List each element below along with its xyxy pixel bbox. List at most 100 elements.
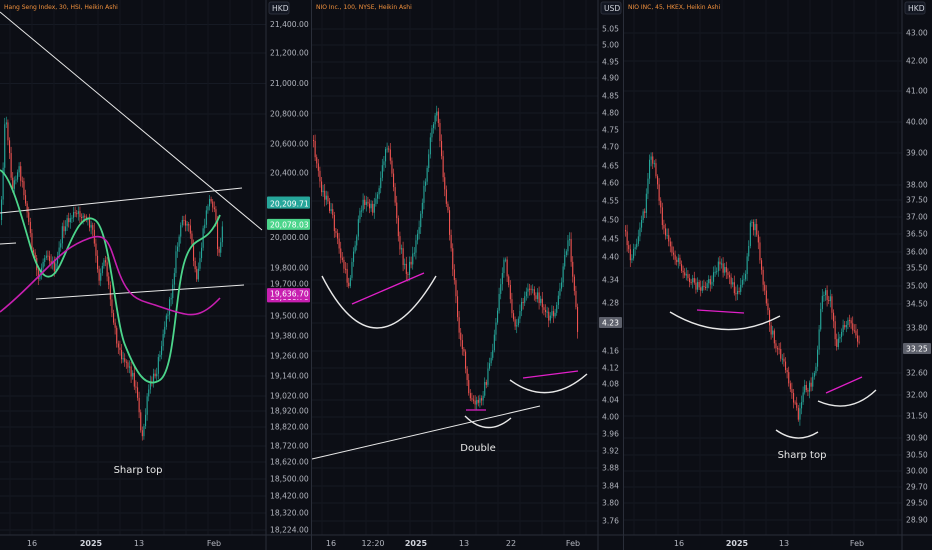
candle-body (781, 358, 783, 360)
pattern-line (522, 370, 579, 379)
candle-body (521, 301, 523, 311)
candle-body (514, 319, 516, 327)
annotation-label: Sharp top (778, 450, 827, 461)
candles (313, 105, 579, 410)
candle-body (157, 357, 159, 374)
candle-body (129, 366, 131, 368)
candle-body (749, 222, 751, 246)
candle-body (653, 163, 655, 165)
price-tick-label: 18,920.00 (270, 407, 309, 416)
candle-body (97, 255, 99, 270)
candle-body (167, 314, 169, 316)
candle-body (49, 256, 51, 262)
price-tick-label: 36.50 (906, 230, 928, 239)
candle-body (148, 389, 150, 397)
candle-body (537, 292, 539, 299)
candle-body (821, 295, 823, 309)
candle-body (207, 206, 209, 211)
price-tick-label: 42.00 (906, 57, 928, 66)
price-tick-label: 4.80 (602, 109, 619, 118)
candle-body (103, 260, 105, 267)
candle-body (138, 397, 140, 413)
candle-body (173, 273, 175, 285)
trendline (0, 242, 17, 245)
candle-body (801, 402, 803, 409)
candle-body (634, 247, 636, 249)
time-tick-label: 2025 (80, 539, 103, 548)
candle-body (695, 282, 697, 290)
candle-body (789, 383, 791, 390)
candle-body (153, 373, 155, 383)
trendline (0, 187, 243, 214)
candle-body (437, 111, 439, 124)
candle-body (349, 277, 351, 287)
candle-body (116, 327, 118, 344)
candle-body (63, 226, 65, 232)
price-tag-label: 4.23 (602, 319, 619, 328)
candle-body (637, 236, 639, 244)
candle-body (218, 249, 220, 253)
candle-body (655, 163, 657, 177)
candle-body (474, 400, 476, 405)
candle-body (853, 330, 855, 332)
candle-body (701, 286, 703, 291)
candle-body (503, 259, 505, 274)
candle-body (10, 153, 12, 178)
candle-body (538, 292, 540, 303)
candle-body (100, 273, 102, 281)
candle-body (396, 202, 398, 219)
candle-body (477, 399, 479, 403)
candle-body (434, 115, 436, 125)
price-tick-label: 35.50 (906, 264, 928, 273)
candle-body (762, 269, 764, 285)
candle-body (380, 177, 382, 189)
time-tick-label: 13 (459, 539, 469, 548)
candle-body (361, 210, 363, 212)
candle-body (794, 402, 796, 404)
candle-body (73, 212, 75, 218)
candle-body (185, 220, 187, 226)
candle-body (372, 203, 374, 213)
candle-body (60, 243, 62, 248)
candle-body (562, 266, 564, 283)
candle-body (693, 278, 695, 283)
candle-body (385, 149, 387, 162)
candle-body (813, 373, 815, 377)
price-tick-label: 20,400.00 (270, 169, 309, 178)
candle-body (546, 311, 548, 313)
candle-body (738, 290, 740, 292)
candle-body (761, 260, 763, 270)
candle-body (426, 167, 428, 182)
candle-body (449, 210, 451, 235)
candle-body (788, 372, 790, 384)
candle-body (735, 293, 737, 295)
candle-body (754, 224, 756, 231)
currency-label: HKD (272, 4, 289, 13)
candle-body (737, 290, 739, 295)
candle-body (341, 257, 343, 260)
candle-body (561, 282, 563, 289)
candle-body (785, 361, 787, 371)
candle-body (429, 137, 431, 155)
candle-body (769, 310, 771, 326)
candle-body (633, 248, 635, 259)
candle-body (778, 348, 780, 350)
candle-body (194, 260, 196, 270)
candle-body (327, 195, 329, 202)
candle-body (373, 203, 375, 213)
time-tick-label: 2025 (726, 539, 749, 548)
candle-body (461, 340, 463, 349)
candle-body (466, 368, 468, 381)
price-tick-label: 38.00 (906, 181, 928, 190)
price-tick-label: 28.90 (906, 516, 928, 525)
candle-body (793, 393, 795, 403)
candle-body (338, 238, 340, 249)
candle-body (82, 215, 84, 219)
candle-body (541, 298, 543, 308)
candle-body (517, 318, 519, 326)
chart-title: NIO INC, 45, HKEX, Heikin Ashi (628, 4, 721, 11)
candle-body (26, 203, 28, 213)
candle-body (850, 320, 852, 324)
candle-body (209, 198, 211, 207)
candle-body (140, 412, 142, 431)
